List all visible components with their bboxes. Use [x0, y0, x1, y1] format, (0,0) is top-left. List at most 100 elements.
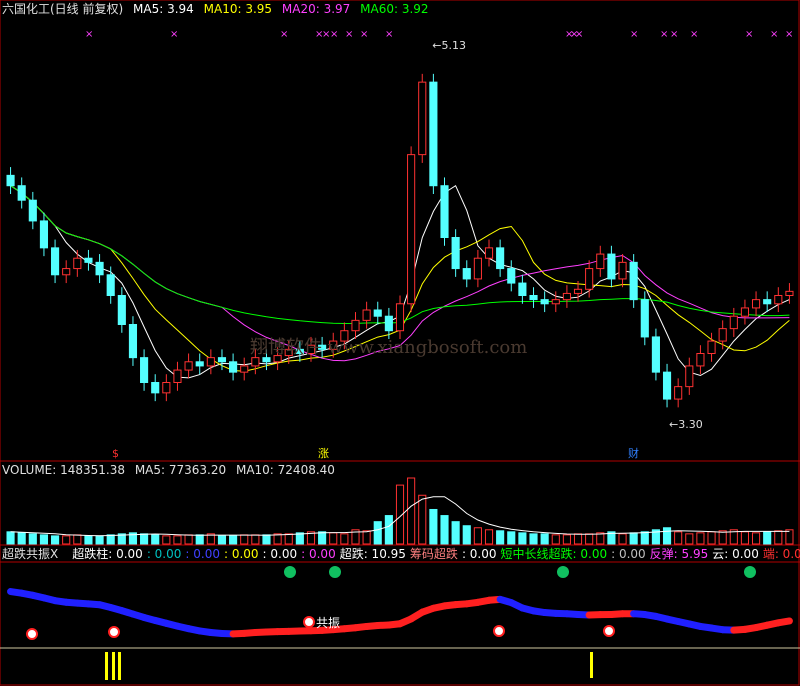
signal-x-mark: × — [280, 29, 288, 40]
volume-bar — [340, 533, 349, 545]
volume-bar — [407, 477, 416, 545]
indicator-panel: 共振 — [0, 566, 800, 680]
check-down-icon — [284, 566, 296, 578]
candle — [73, 249, 82, 277]
candle — [507, 260, 516, 292]
candle — [740, 299, 749, 325]
volume-bar — [518, 532, 527, 545]
ma5-label: MA5: 3.94 — [133, 2, 194, 16]
vol-ma10-label: MA10: 72408.40 — [235, 463, 335, 477]
candle — [418, 73, 427, 163]
volume-bar — [251, 534, 260, 545]
indicator-value-3: : 0.00 — [223, 547, 259, 561]
low-label: ←3.30 — [669, 418, 703, 431]
candle — [596, 245, 605, 277]
volume-bar — [674, 531, 683, 545]
volume-bar — [740, 531, 749, 545]
volume-bar — [562, 534, 571, 545]
candle — [28, 191, 37, 230]
candle — [184, 353, 193, 379]
indicator-header: 超跌共振X 超跌柱: 0.00: 0.00: 0.00: 0.00: 0.00: … — [2, 547, 800, 561]
signal-x-mark: × — [670, 29, 678, 40]
volume-bar — [151, 534, 160, 545]
volume-bar — [429, 508, 438, 545]
stock-title: 六国化工(日线 前复权) — [2, 2, 124, 16]
volume-bar — [763, 531, 772, 545]
signal-x-mark: × — [385, 29, 393, 40]
indicator-value-6: 超跌: 10.95 — [339, 547, 406, 561]
indicator-spike — [105, 652, 108, 680]
candle — [540, 291, 549, 313]
signal-x-mark: × — [630, 29, 638, 40]
signal-x-mark: × — [745, 29, 753, 40]
candle — [562, 285, 571, 308]
volume-bar — [229, 535, 238, 545]
volume-bar — [51, 535, 60, 545]
candle — [62, 260, 71, 284]
candle — [162, 374, 171, 402]
indicator-spike — [590, 652, 593, 678]
signal-x-mark: × — [660, 29, 668, 40]
volume-bar — [95, 535, 104, 545]
candle — [685, 357, 694, 395]
candle — [696, 345, 705, 375]
high-label: ←5.13 — [432, 39, 466, 52]
candle — [206, 349, 215, 375]
volume-bars — [6, 477, 794, 545]
signal-x-mark: × — [170, 29, 178, 40]
candle — [473, 249, 482, 288]
volume-bar — [84, 535, 93, 545]
indicator-value-1: : 0.00 — [146, 547, 182, 561]
candle — [106, 266, 115, 304]
indicator-values: 超跌柱: 0.00: 0.00: 0.00: 0.00: 0.00: 0.00 超… — [72, 547, 800, 561]
volume-bar — [184, 534, 193, 545]
check-down-icon — [329, 566, 341, 578]
volume-bar — [551, 534, 560, 545]
volume-bar — [685, 533, 694, 545]
volume-bar — [162, 535, 171, 545]
ma20-label: MA20: 3.97 — [281, 2, 351, 16]
candle — [640, 291, 649, 346]
indicator-value-2: : 0.00 — [185, 547, 220, 561]
indicator-value-4: : 0.00 — [262, 547, 298, 561]
volume-bar — [6, 531, 15, 545]
volume-bar — [39, 534, 49, 545]
volume-bar — [785, 529, 794, 545]
candle — [496, 239, 505, 277]
volume-bar — [507, 531, 516, 545]
indicator-name: 超跌共振X — [2, 547, 59, 561]
ma60-label: MA60: 3.92 — [360, 2, 429, 16]
resonance-plus-icon — [303, 616, 315, 628]
candle — [84, 249, 93, 271]
volume-bar — [774, 530, 783, 545]
bottom-marker-1: $ — [112, 447, 119, 460]
indicator-value-12: 云: 0.00 — [712, 547, 759, 561]
candle — [451, 229, 460, 277]
volume-bar — [473, 527, 482, 545]
candle — [51, 239, 60, 284]
bottom-marker-2: 涨 — [318, 447, 329, 460]
volume-bar — [640, 531, 649, 545]
plus-icon — [108, 626, 120, 638]
volume-bar — [106, 534, 115, 545]
candle — [407, 146, 416, 313]
candle — [195, 353, 204, 375]
candle — [751, 291, 761, 317]
candle — [607, 245, 616, 288]
volume-bar — [440, 515, 449, 545]
volume-bar — [62, 535, 71, 545]
volume-bar — [362, 530, 371, 545]
candle — [718, 320, 727, 350]
volume-bar — [318, 531, 327, 545]
volume-bar — [662, 527, 672, 545]
candle — [95, 254, 104, 284]
candle — [763, 291, 772, 313]
indicator-value-9: 短中长线超跌: 0.00 — [500, 547, 608, 561]
candle — [462, 260, 471, 288]
ma10-label: MA10: 3.95 — [203, 2, 273, 16]
signal-x-mark: × — [345, 29, 353, 40]
volume-bar — [696, 532, 705, 545]
volume-bar — [329, 532, 338, 545]
volume-bar — [707, 531, 716, 545]
indicator-spike — [118, 652, 121, 680]
